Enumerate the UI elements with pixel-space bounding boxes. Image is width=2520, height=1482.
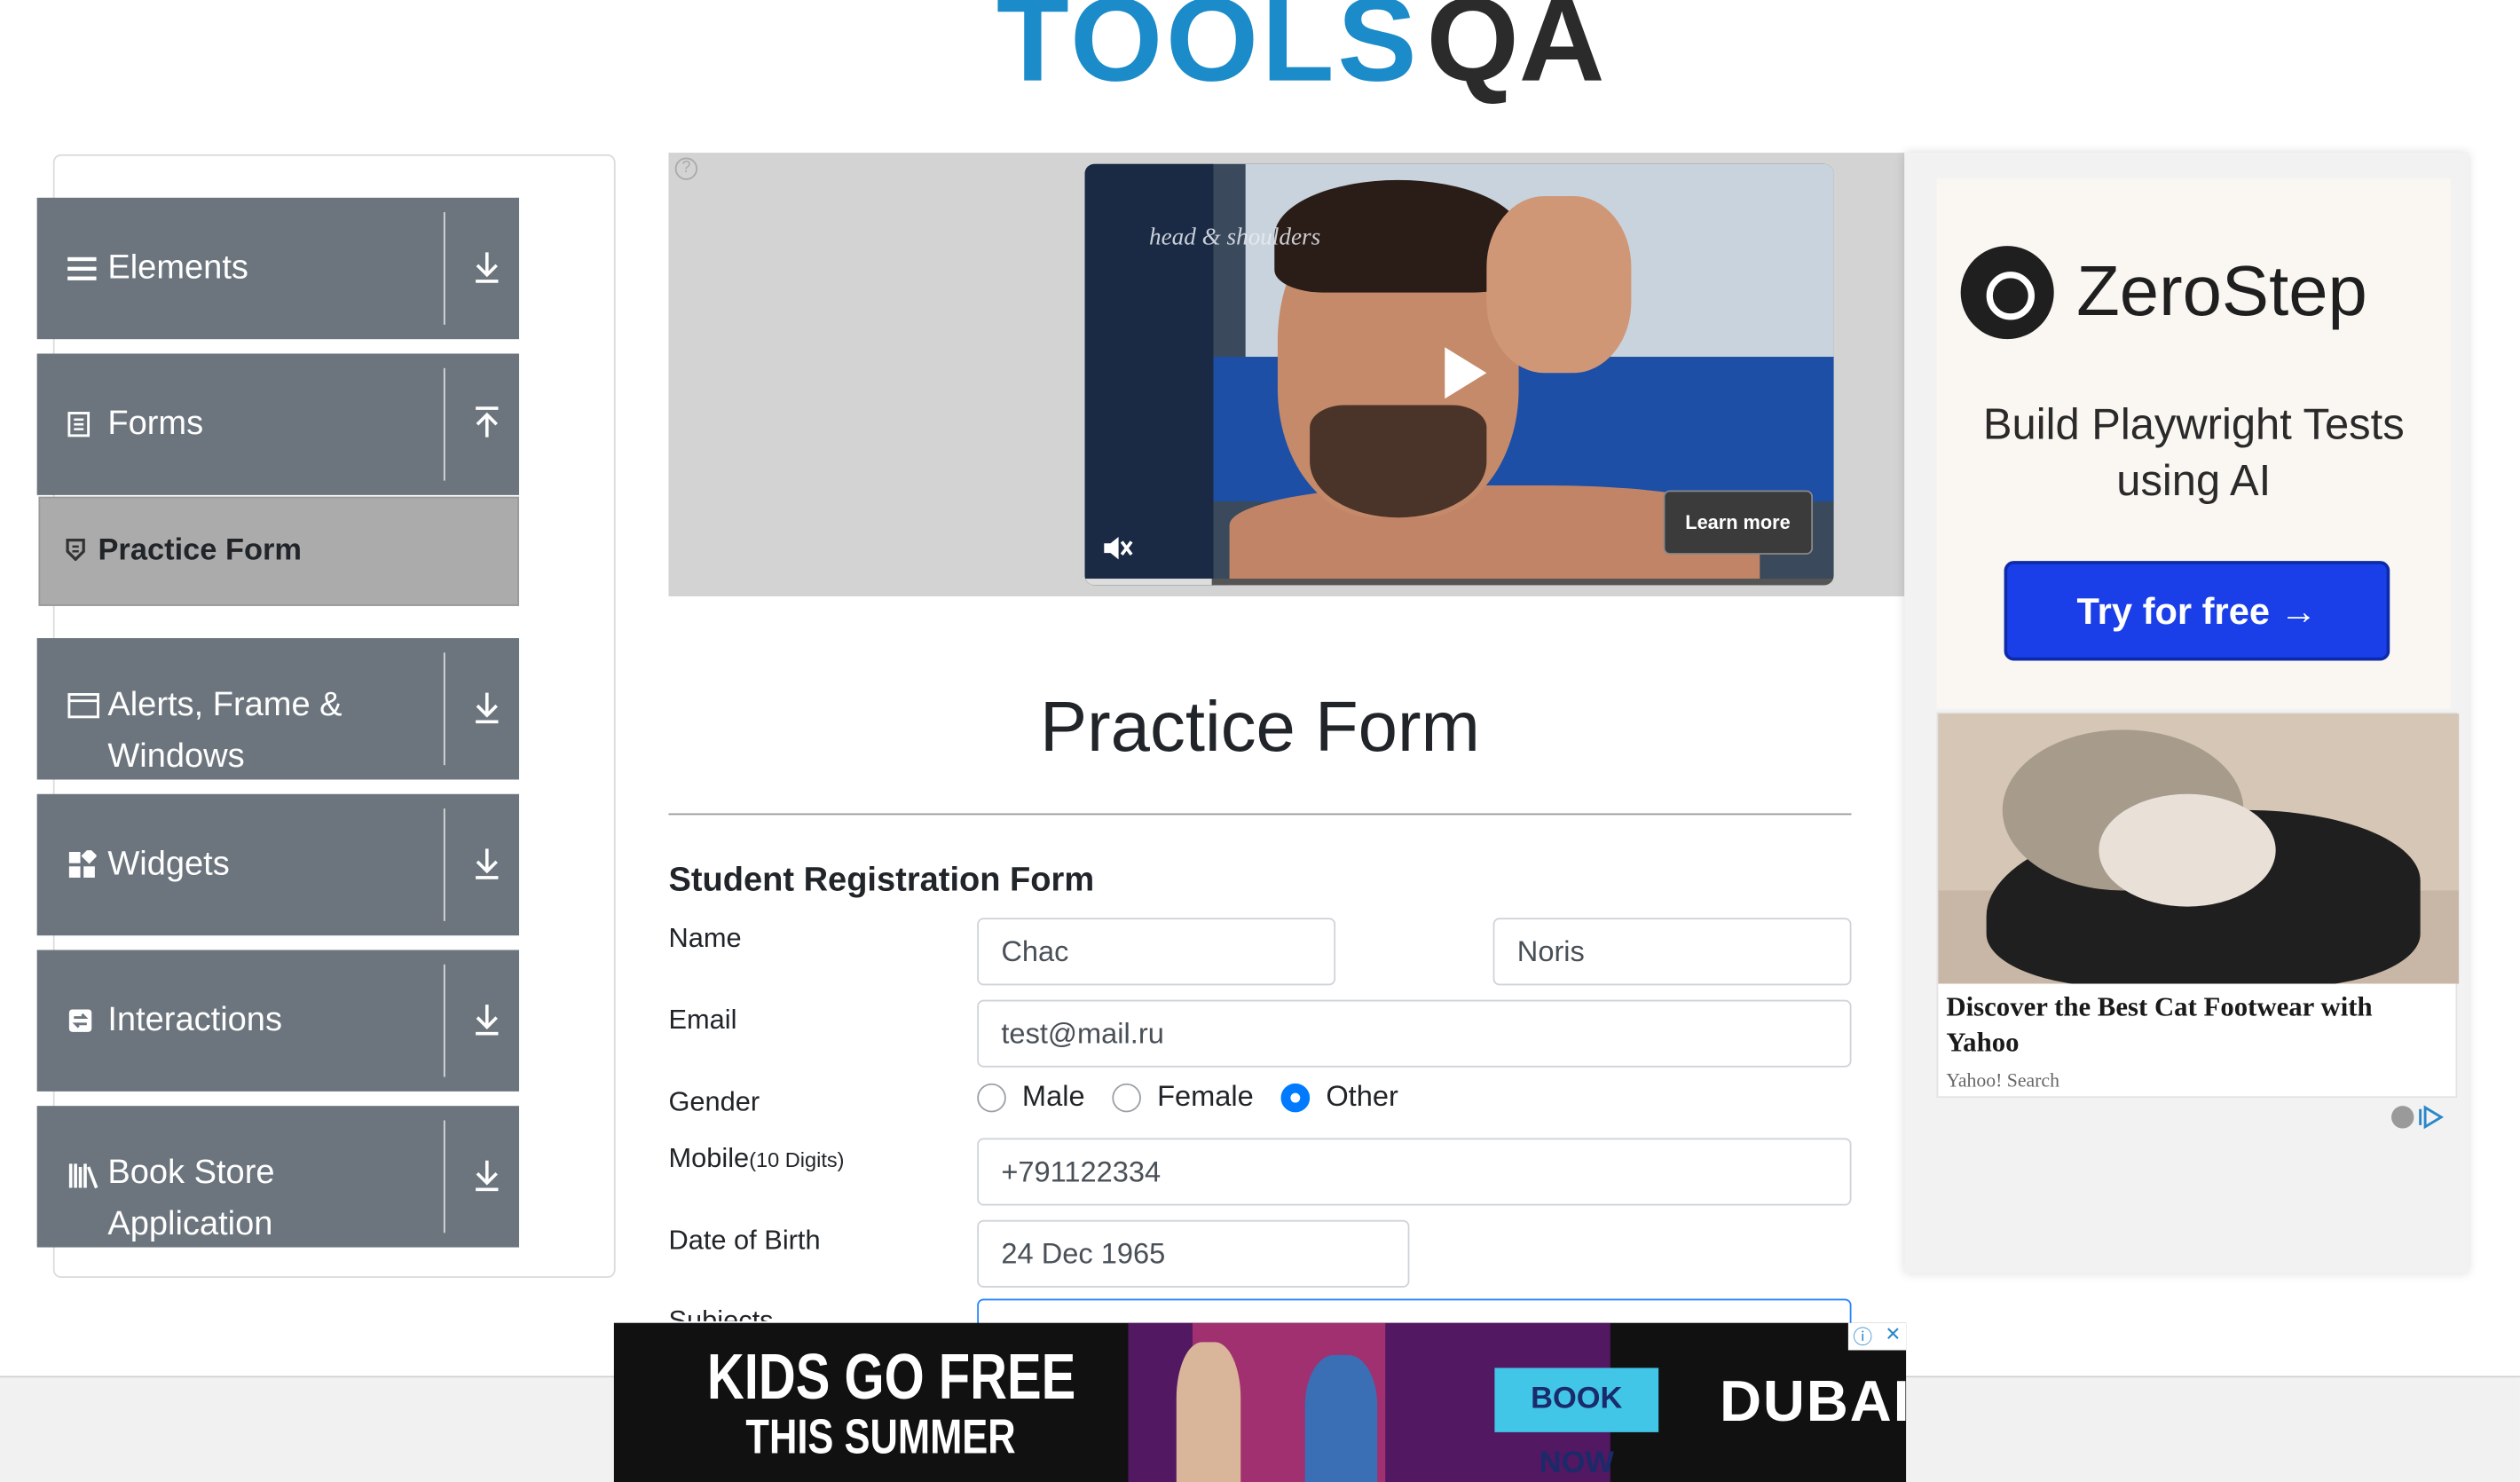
video-progress-bar[interactable] xyxy=(1084,579,1834,586)
gender-male-radio[interactable] xyxy=(977,1082,1006,1112)
gender-label: Gender xyxy=(668,1086,760,1117)
page-title: Practice Form xyxy=(1039,688,1480,767)
video-brand-logo: head & shoulders xyxy=(1149,225,1321,251)
banner-subheadline: THIS SUMMER xyxy=(745,1411,1016,1465)
name-label: Name xyxy=(668,922,742,954)
sidebar-group-book-store[interactable]: Book Store Application xyxy=(36,1106,520,1248)
zerostep-logo-icon xyxy=(1960,246,2054,340)
sidebar-item-label: Practice Form xyxy=(98,533,303,568)
gender-other-label[interactable]: Other xyxy=(1326,1080,1398,1114)
adchoices-icon[interactable] xyxy=(2390,1104,2445,1134)
mobile-input[interactable]: +791122334 xyxy=(977,1138,1852,1206)
subjects-label: Subjects xyxy=(668,1305,774,1321)
first-name-input[interactable]: Chac xyxy=(977,918,1336,986)
video-figure-hand xyxy=(1486,195,1632,374)
download-arrow-icon[interactable] xyxy=(471,246,503,288)
logo-text-qa: QA xyxy=(1426,0,1605,106)
gender-radio-group: Male Female Other xyxy=(977,1080,1425,1114)
adchoices-info-icon[interactable]: ⓘ xyxy=(1853,1323,1872,1351)
sidebar-group-label: Forms xyxy=(107,405,204,443)
sidebar-group-label: Widgets xyxy=(107,845,230,883)
sidebar-group-widgets[interactable]: Widgets xyxy=(36,793,520,936)
gender-female-radio[interactable] xyxy=(1112,1082,1141,1112)
hamburger-icon xyxy=(37,256,108,281)
book-now-button[interactable]: BOOK NOW xyxy=(1494,1368,1659,1480)
window-icon xyxy=(37,680,108,719)
ad-corner-controls: ⓘ ✕ xyxy=(1847,1322,1907,1351)
upload-arrow-icon[interactable] xyxy=(471,402,503,444)
document-icon xyxy=(37,412,108,438)
form-shield-icon xyxy=(66,538,85,565)
email-label: Email xyxy=(668,1005,737,1036)
try-for-free-button[interactable]: Try for free → xyxy=(2004,561,2390,661)
banner-figure-girl xyxy=(1176,1342,1241,1482)
image-cat-paws xyxy=(2099,793,2276,907)
sidebar-item-practice-form[interactable]: Practice Form xyxy=(38,496,520,606)
form-section-title: Student Registration Form xyxy=(668,861,1095,899)
divider xyxy=(443,367,445,481)
banner-brand: DUBAI xyxy=(1719,1368,1907,1434)
ad-card-source: Yahoo! Search xyxy=(1946,1068,2059,1092)
download-arrow-icon[interactable] xyxy=(471,842,503,884)
sidebar-group-label: Alerts, Frame & Windows xyxy=(107,686,343,776)
zerostep-ad[interactable]: ZeroStep Build Playwright Tests using AI… xyxy=(1936,178,2452,709)
muted-speaker-icon[interactable] xyxy=(1101,533,1133,563)
right-sidebar-ad[interactable]: ZeroStep Build Playwright Tests using AI… xyxy=(1904,153,2469,1273)
widgets-icon xyxy=(37,850,108,879)
banner-headline: KIDS GO FREE xyxy=(706,1342,1076,1414)
bottom-banner-ad[interactable]: KIDS GO FREE THIS SUMMER BOOK NOW DUBAI xyxy=(613,1322,1907,1482)
ad-card-title[interactable]: Discover the Best Cat Footwear with Yaho… xyxy=(1946,990,2444,1061)
divider xyxy=(443,652,445,766)
sidebar-group-label: Elements xyxy=(107,248,248,287)
page: TOOLS QA Elements Forms Practice Form Al… xyxy=(0,0,2520,1482)
zerostep-tagline: Build Playwright Tests using AI xyxy=(1982,400,2405,505)
sidebar-group-interactions[interactable]: Interactions xyxy=(36,950,520,1092)
ad-info-icon[interactable]: ? xyxy=(674,157,698,180)
zerostep-brand: ZeroStep xyxy=(2076,252,2367,332)
video-player[interactable]: head & shoulders Learn more xyxy=(1084,163,1834,586)
toolsqa-logo[interactable]: TOOLS QA xyxy=(996,0,1605,99)
mobile-label-text: Mobile xyxy=(668,1142,750,1174)
play-icon[interactable] xyxy=(1445,347,1487,399)
mobile-label: Mobile(10 Digits) xyxy=(668,1143,844,1175)
download-arrow-icon[interactable] xyxy=(471,1155,503,1196)
video-figure-beard xyxy=(1310,405,1487,518)
gender-female-label[interactable]: Female xyxy=(1157,1080,1254,1114)
download-arrow-icon[interactable] xyxy=(471,998,503,1040)
learn-more-button[interactable]: Learn more xyxy=(1662,490,1814,555)
books-icon xyxy=(37,1147,108,1189)
title-divider xyxy=(668,813,1852,816)
gender-male-label[interactable]: Male xyxy=(1022,1080,1085,1114)
sidebar-group-label: Interactions xyxy=(107,1001,282,1039)
sidebar-group-forms[interactable]: Forms xyxy=(36,353,520,495)
mobile-hint: (10 Digits) xyxy=(749,1147,845,1172)
download-arrow-icon[interactable] xyxy=(471,686,503,728)
divider xyxy=(443,1120,445,1234)
close-ad-icon[interactable]: ✕ xyxy=(1885,1323,1901,1345)
yahoo-ad-card[interactable]: Discover the Best Cat Footwear with Yaho… xyxy=(1936,712,2460,1099)
sidebar-group-alerts[interactable]: Alerts, Frame & Windows xyxy=(36,638,520,780)
cat-shoe-image[interactable] xyxy=(1938,713,2460,984)
last-name-input[interactable]: Noris xyxy=(1492,918,1852,986)
sidebar-group-label: Book Store Application xyxy=(107,1154,275,1243)
date-of-birth-input[interactable]: 24 Dec 1965 xyxy=(977,1219,1410,1288)
divider xyxy=(443,964,445,1077)
gender-other-radio[interactable] xyxy=(1280,1082,1311,1112)
divider xyxy=(443,212,445,325)
sidebar-group-elements[interactable]: Elements xyxy=(36,197,520,340)
video-ad[interactable]: ? head & shoulders Learn more xyxy=(668,153,1905,596)
logo-text-tools: TOOLS xyxy=(996,0,1421,106)
dob-label: Date of Birth xyxy=(668,1225,821,1256)
email-input[interactable]: test@mail.ru xyxy=(977,999,1852,1068)
banner-figure-boy xyxy=(1304,1354,1378,1482)
video-progress-fill xyxy=(1084,579,1213,586)
interactions-icon xyxy=(37,1008,108,1034)
divider xyxy=(443,808,445,921)
